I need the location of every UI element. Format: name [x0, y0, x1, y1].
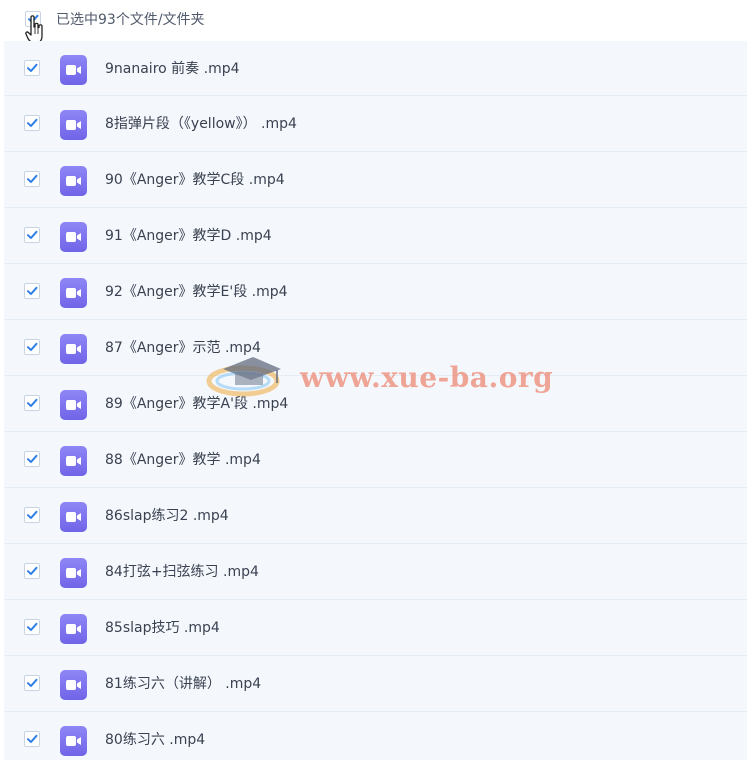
checkmark-icon — [27, 118, 38, 127]
video-camera-icon — [66, 456, 81, 466]
checkmark-icon — [27, 398, 38, 407]
video-camera-icon — [66, 344, 81, 354]
file-name[interactable]: 84打弦+扫弦练习 .mp4 — [105, 562, 259, 582]
file-checkbox[interactable] — [24, 227, 40, 243]
file-name[interactable]: 9nanairo 前奏 .mp4 — [105, 59, 240, 79]
file-row[interactable]: 8指弹片段（《yellow》） .mp4 — [4, 96, 747, 152]
file-checkbox[interactable] — [24, 283, 40, 299]
file-checkbox[interactable] — [24, 507, 40, 523]
file-name[interactable]: 80练习六 .mp4 — [105, 730, 205, 750]
video-camera-icon — [66, 65, 81, 75]
file-row[interactable]: 80练习六 .mp4 — [4, 712, 747, 760]
video-file-icon — [60, 670, 87, 700]
file-checkbox[interactable] — [24, 60, 40, 76]
video-file-icon — [60, 166, 87, 196]
checkmark-icon — [27, 230, 38, 239]
video-camera-icon — [66, 288, 81, 298]
checkmark-icon — [27, 286, 38, 295]
video-camera-icon — [66, 232, 81, 242]
video-file-icon — [60, 334, 87, 364]
video-file-icon — [60, 278, 87, 308]
file-name[interactable]: 88《Anger》教学 .mp4 — [105, 450, 261, 470]
checkmark-icon — [27, 678, 38, 687]
file-name[interactable]: 87《Anger》示范 .mp4 — [105, 338, 261, 358]
checkmark-icon — [27, 510, 38, 519]
file-name[interactable]: 91《Anger》教学D .mp4 — [105, 226, 272, 246]
file-checkbox[interactable] — [24, 731, 40, 747]
checkmark-icon — [27, 566, 38, 575]
video-file-icon — [60, 110, 87, 140]
file-name[interactable]: 90《Anger》教学C段 .mp4 — [105, 170, 285, 190]
checkmark-icon — [27, 174, 38, 183]
file-name[interactable]: 89《Anger》教学A'段 .mp4 — [105, 394, 288, 414]
file-checkbox[interactable] — [24, 395, 40, 411]
file-row[interactable]: 9nanairo 前奏 .mp4 — [4, 41, 747, 96]
file-name[interactable]: 8指弹片段（《yellow》） .mp4 — [105, 114, 297, 134]
selected-count-label: 已选中93个文件/文件夹 — [56, 12, 205, 28]
video-file-icon — [60, 55, 87, 85]
video-camera-icon — [66, 512, 81, 522]
file-name[interactable]: 81练习六（讲解） .mp4 — [105, 674, 261, 694]
selection-header: 已选中93个文件/文件夹 — [0, 0, 747, 44]
file-row[interactable]: 90《Anger》教学C段 .mp4 — [4, 152, 747, 208]
file-row[interactable]: 81练习六（讲解） .mp4 — [4, 656, 747, 712]
checkmark-icon — [27, 622, 38, 631]
file-row[interactable]: 86slap练习2 .mp4 — [4, 488, 747, 544]
file-checkbox[interactable] — [24, 451, 40, 467]
file-row[interactable]: 87《Anger》示范 .mp4 — [4, 320, 747, 376]
checkmark-icon — [27, 342, 38, 351]
video-file-icon — [60, 446, 87, 476]
file-row[interactable]: 92《Anger》教学E'段 .mp4 — [4, 264, 747, 320]
video-file-icon — [60, 390, 87, 420]
file-checkbox[interactable] — [24, 339, 40, 355]
file-checkbox[interactable] — [24, 563, 40, 579]
video-camera-icon — [66, 176, 81, 186]
video-camera-icon — [66, 736, 81, 746]
file-list: 9nanairo 前奏 .mp4 8指弹片段（《yellow》） .mp4 90《A… — [4, 41, 747, 760]
file-row[interactable]: 88《Anger》教学 .mp4 — [4, 432, 747, 488]
file-name[interactable]: 85slap技巧 .mp4 — [105, 618, 220, 638]
video-camera-icon — [66, 120, 81, 130]
video-file-icon — [60, 502, 87, 532]
file-checkbox[interactable] — [24, 675, 40, 691]
video-camera-icon — [66, 624, 81, 634]
video-file-icon — [60, 614, 87, 644]
file-row[interactable]: 85slap技巧 .mp4 — [4, 600, 747, 656]
file-name[interactable]: 86slap练习2 .mp4 — [105, 506, 229, 526]
checkmark-icon — [27, 734, 38, 743]
checkmark-icon — [27, 454, 38, 463]
file-row[interactable]: 91《Anger》教学D .mp4 — [4, 208, 747, 264]
file-checkbox[interactable] — [24, 171, 40, 187]
file-name[interactable]: 92《Anger》教学E'段 .mp4 — [105, 282, 288, 302]
file-row[interactable]: 84打弦+扫弦练习 .mp4 — [4, 544, 747, 600]
file-checkbox[interactable] — [24, 115, 40, 131]
video-camera-icon — [66, 400, 81, 410]
video-file-icon — [60, 222, 87, 252]
video-file-icon — [60, 726, 87, 756]
checkmark-icon — [27, 63, 38, 72]
video-camera-icon — [66, 568, 81, 578]
video-file-icon — [60, 558, 87, 588]
video-camera-icon — [66, 680, 81, 690]
file-row[interactable]: 89《Anger》教学A'段 .mp4 — [4, 376, 747, 432]
file-list-page: 已选中93个文件/文件夹 9nanairo 前奏 .mp4 8指弹片段（《yell… — [0, 0, 747, 760]
file-checkbox[interactable] — [24, 619, 40, 635]
